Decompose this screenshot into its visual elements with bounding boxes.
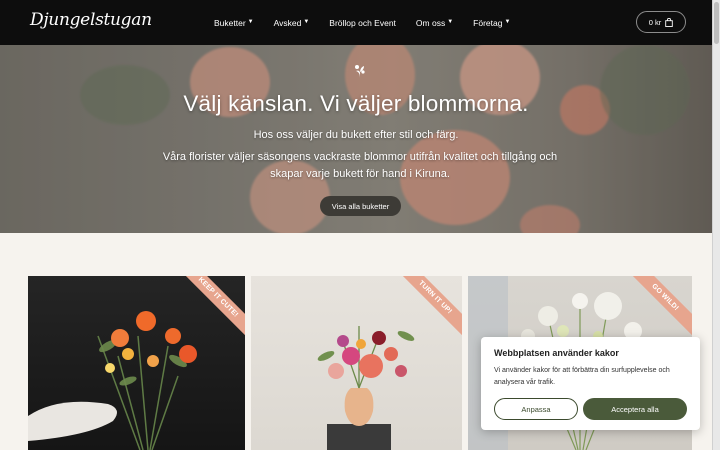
cart-total: 0 kr: [648, 17, 662, 27]
nav-label: Bröllop och Event: [329, 17, 396, 28]
chevron-down-icon: ▼: [303, 18, 310, 25]
nav-item-foretag[interactable]: Företag ▼: [473, 18, 510, 28]
view-all-bouquets-button[interactable]: Visa alla buketter: [320, 196, 401, 216]
nav-item-buketter[interactable]: Buketter ▼: [214, 18, 254, 28]
site-header: Djungelstugan Buketter ▼ Avsked ▼ Bröllo…: [0, 0, 712, 45]
shopping-bag-icon: [665, 17, 673, 27]
flower-icon: [355, 65, 365, 78]
cookie-text: Vi använder kakor för att förbättra din …: [494, 367, 670, 386]
scrollbar-thumb[interactable]: [714, 2, 719, 44]
cart-button[interactable]: 0 kr: [636, 11, 686, 33]
logo[interactable]: Djungelstugan: [30, 10, 152, 30]
cookie-consent-dialog: Webbplatsen använder kakor Vi använder k…: [481, 337, 700, 430]
hero-description: Våra florister väljer säsongens vackrast…: [162, 151, 558, 180]
page-scrollbar[interactable]: [712, 0, 720, 450]
product-card-keep-it-cute[interactable]: KEEP IT CUTE!: [28, 276, 245, 450]
nav-label: Avsked: [273, 17, 302, 28]
product-card-turn-it-up[interactable]: TURN IT UP!: [251, 276, 462, 450]
chevron-down-icon: ▼: [447, 18, 454, 25]
chevron-down-icon: ▼: [247, 18, 254, 25]
chevron-down-icon: ▼: [504, 18, 511, 25]
nav-item-om-oss[interactable]: Om oss ▼: [416, 18, 453, 28]
hero-subtitle: Hos oss väljer du bukett efter stil och …: [253, 129, 459, 141]
nav-label: Om oss: [415, 17, 446, 28]
nav-label: Företag: [473, 17, 503, 28]
hero-title: Välj känslan. Vi väljer blommorna.: [183, 91, 529, 116]
customize-cookies-button[interactable]: Anpassa: [494, 398, 578, 420]
accept-all-cookies-button[interactable]: Acceptera alla: [583, 398, 687, 420]
hero-section: Välj känslan. Vi väljer blommorna. Hos o…: [0, 45, 712, 233]
nav-item-avsked[interactable]: Avsked ▼: [274, 18, 310, 28]
main-nav: Buketter ▼ Avsked ▼ Bröllop och Event Om…: [214, 0, 530, 45]
nav-label: Buketter: [214, 17, 246, 28]
cookie-title: Webbplatsen använder kakor: [494, 348, 619, 358]
nav-item-brollop-event[interactable]: Bröllop och Event: [329, 18, 396, 28]
